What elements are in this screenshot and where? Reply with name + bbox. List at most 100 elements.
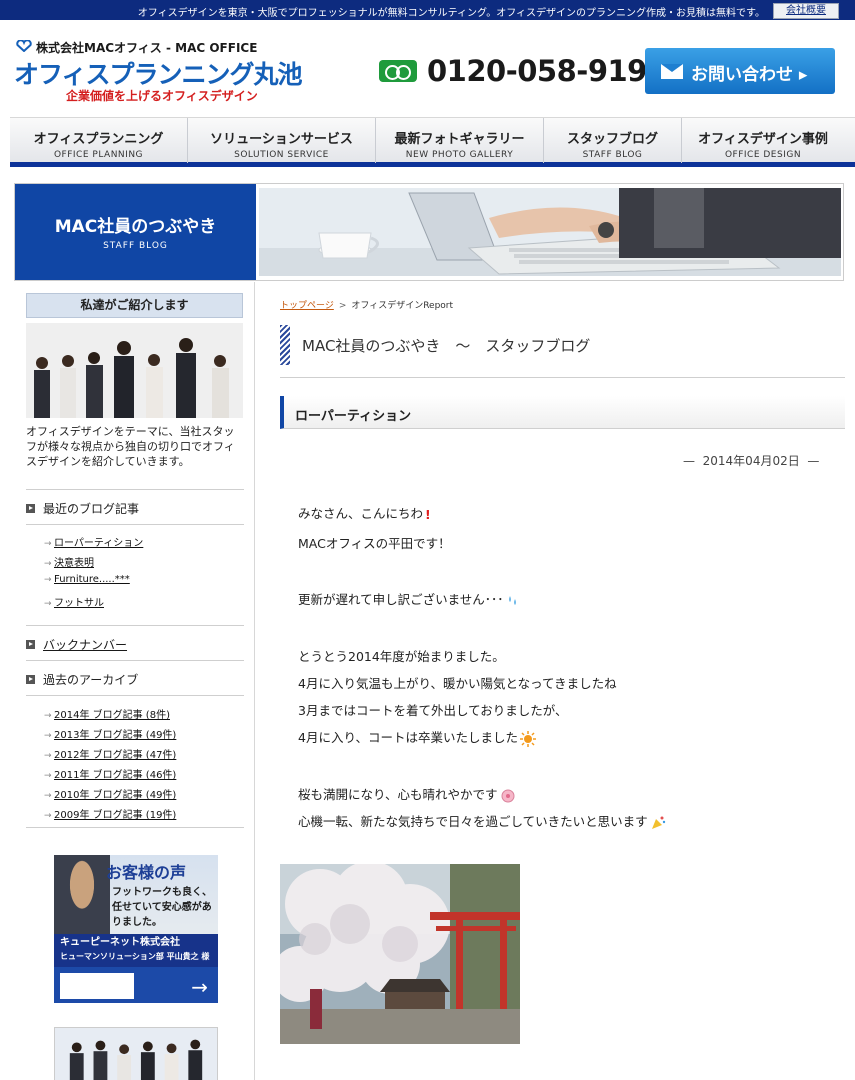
post-line: MACオフィスの平田です！ [298,536,451,551]
customer-voice-quote: フットワークも良く、任せていて安心感がありました。 [112,887,212,928]
sidebar-divider [254,282,255,1080]
nav-sublabel: OFFICE DESIGN [724,150,802,160]
arrow-right-icon: → [44,599,52,609]
backnumber-link[interactable]: バックナンバー [26,636,127,653]
logo-company-name: 株式会社MACオフィス - MAC OFFICE [36,41,258,55]
exclamation-icon: ! [425,507,431,522]
archive-list: → 2014年 ブログ記事 (8件) → 2013年 ブログ記事 (49件) → 20… [44,706,244,826]
stripe-decoration-icon [280,325,290,365]
banner-subtitle: STAFF BLOG [103,241,168,251]
sun-icon [519,730,536,747]
blog-title: MAC社員のつぶやき ～ スタッフブログ [302,337,591,355]
archive-item[interactable]: → 2011年 ブログ記事 (46件) [44,766,244,786]
sidebar-separator [26,827,244,828]
arrow-box-icon [26,640,35,649]
customer-voice-footer: → [54,967,218,1003]
archive-item[interactable]: → 2009年 ブログ記事 (19件) [44,806,244,826]
intro-header: 私達がご紹介します [26,293,243,318]
post-date-value: 2014年04月02日 [702,454,800,468]
nav-photo-gallery[interactable]: 最新フォトギャラリー NEW PHOTO GALLERY [376,118,544,163]
breadcrumb-separator-icon: > [338,301,347,311]
customer-voice-banner[interactable]: お客様の声 フットワークも良く、任せていて安心感がありました。 キューピーネット… [54,855,218,1003]
recent-posts-list: → ローパーティション → 決意表明 → Furniture.....*** → フット… [44,534,244,614]
arrow-right-icon: → [44,711,52,721]
arrow-right-icon: → [191,975,208,999]
top-bar-message: オフィスデザインを東京・大阪でプロフェッショナルが無料コンサルティング。オフィス… [137,8,765,19]
blog-title-bar: MAC社員のつぶやき ～ スタッフブログ [280,323,845,378]
recent-post-item[interactable]: → Furniture.....*** [44,574,244,594]
sidebar-separator [26,625,244,626]
nav-solution-service[interactable]: ソリューションサービス SOLUTION SERVICE [188,118,376,163]
banner-title-block: MAC社員のつぶやき STAFF BLOG [15,184,256,280]
arrow-right-icon: → [44,559,52,569]
breadcrumb-current: オフィスデザインReport [351,301,454,311]
customer-portrait [54,855,110,940]
arrow-right-icon: → [44,731,52,741]
main-nav: オフィスプランニング OFFICE PLANNING ソリューションサービス S… [10,117,855,167]
cherry-blossom-icon [501,789,515,802]
contact-button[interactable]: お問い合わせ ▸ [645,48,835,94]
recent-post-item[interactable]: → ローパーティション [44,534,244,554]
post-line: 更新が遅れて申し訳ございません･･･ [298,589,520,608]
recent-post-item[interactable]: → 決意表明 [44,554,244,574]
free-dial-icon [379,60,417,82]
arrow-box-icon [26,504,35,513]
logo-brand[interactable]: オフィスプランニング丸池 [14,55,303,91]
customer-person: ヒューマンソリューション部 平山貴之 様 [60,952,210,961]
post-line: 4月に入り気温も上がり、暖かい陽気となってきましたね [298,676,617,691]
recent-post-item[interactable]: → フットサル [44,594,244,614]
sidebar-separator [26,660,244,661]
arrow-right-icon: → [44,575,52,585]
archive-heading: 過去のアーカイブ [26,671,138,688]
staff-group-photo [26,323,243,418]
arrow-right-icon: → [44,771,52,781]
nav-office-planning[interactable]: オフィスプランニング OFFICE PLANNING [10,118,188,163]
heart-logo-icon [16,40,32,52]
archive-item[interactable]: → 2014年 ブログ記事 (8件) [44,706,244,726]
nav-sublabel: NEW PHOTO GALLERY [405,150,514,160]
banner-laptop-photo [259,188,841,276]
top-bar: オフィスデザインを東京・大阪でプロフェッショナルが無料コンサルティング。オフィス… [0,0,855,20]
nav-staff-blog[interactable]: スタッフブログ STAFF BLOG [544,118,682,163]
post-title[interactable]: ローパーティション [295,405,411,424]
post-line: とうとう2014年度が始まりました。 [298,649,505,664]
nav-sublabel: SOLUTION SERVICE [234,150,329,160]
breadcrumb-home-link[interactable]: トップページ [280,301,334,311]
breadcrumb: トップページ > オフィスデザインReport [280,298,453,311]
sidebar-separator [26,524,244,525]
post-line: 心機一転、新たな気持ちで日々を過ごしていきたいと思います [298,811,666,831]
staff-banner[interactable] [54,1027,218,1080]
recent-posts-heading: 最近のブログ記事 [26,500,139,517]
post-line: 桜も満開になり、心も晴れやかです [298,784,516,804]
customer-logo [60,973,134,999]
nav-label: オフィスデザイン事例 [698,132,828,147]
intro-description: オフィスデザインをテーマに、当社スタッフが様々な視点から独自の切り口でオフィスデ… [26,425,235,468]
post-line: 3月まではコートを着て外出しておりましたが、 [298,703,568,718]
arrow-box-icon [26,675,35,684]
customer-voice-heading: お客様の声 [106,863,187,882]
customer-company-name: キューピーネット株式会社 [60,937,180,948]
sidebar-separator [26,695,244,696]
logo-tagline: 企業価値を上げるオフィスデザイン [66,89,258,103]
post-line: 4月に入り、コートは卒業いたしました [298,727,536,747]
company-profile-link[interactable]: 会社概要 [773,3,839,19]
nav-label: 最新フォトギャラリー [394,132,525,147]
page-banner: MAC社員のつぶやき STAFF BLOG [14,183,844,281]
banner-title: MAC社員のつぶやき [54,217,217,237]
post-title-bar: ローパーティション [280,396,845,429]
sidebar-separator [26,489,244,490]
sweat-drop-icon [508,595,516,605]
archive-item[interactable]: → 2013年 ブログ記事 (49件) [44,726,244,746]
nav-label: ソリューションサービス [210,132,353,147]
post-date: — 2014年04月02日 — [683,454,820,468]
phone-number: 0120-058-919 [427,54,647,88]
nav-office-design[interactable]: オフィスデザイン事例 OFFICE DESIGN [682,118,844,163]
archive-item[interactable]: → 2012年 ブログ記事 (47件) [44,746,244,766]
post-line: みなさん、こんにちわ! [298,506,431,522]
nav-label: スタッフブログ [566,132,658,147]
nav-sublabel: STAFF BLOG [582,150,643,160]
archive-item[interactable]: → 2010年 ブログ記事 (49件) [44,786,244,806]
party-icon [651,816,665,829]
nav-label: オフィスプランニング [33,132,164,147]
customer-company: キューピーネット株式会社 ヒューマンソリューション部 平山貴之 様 [54,934,218,967]
